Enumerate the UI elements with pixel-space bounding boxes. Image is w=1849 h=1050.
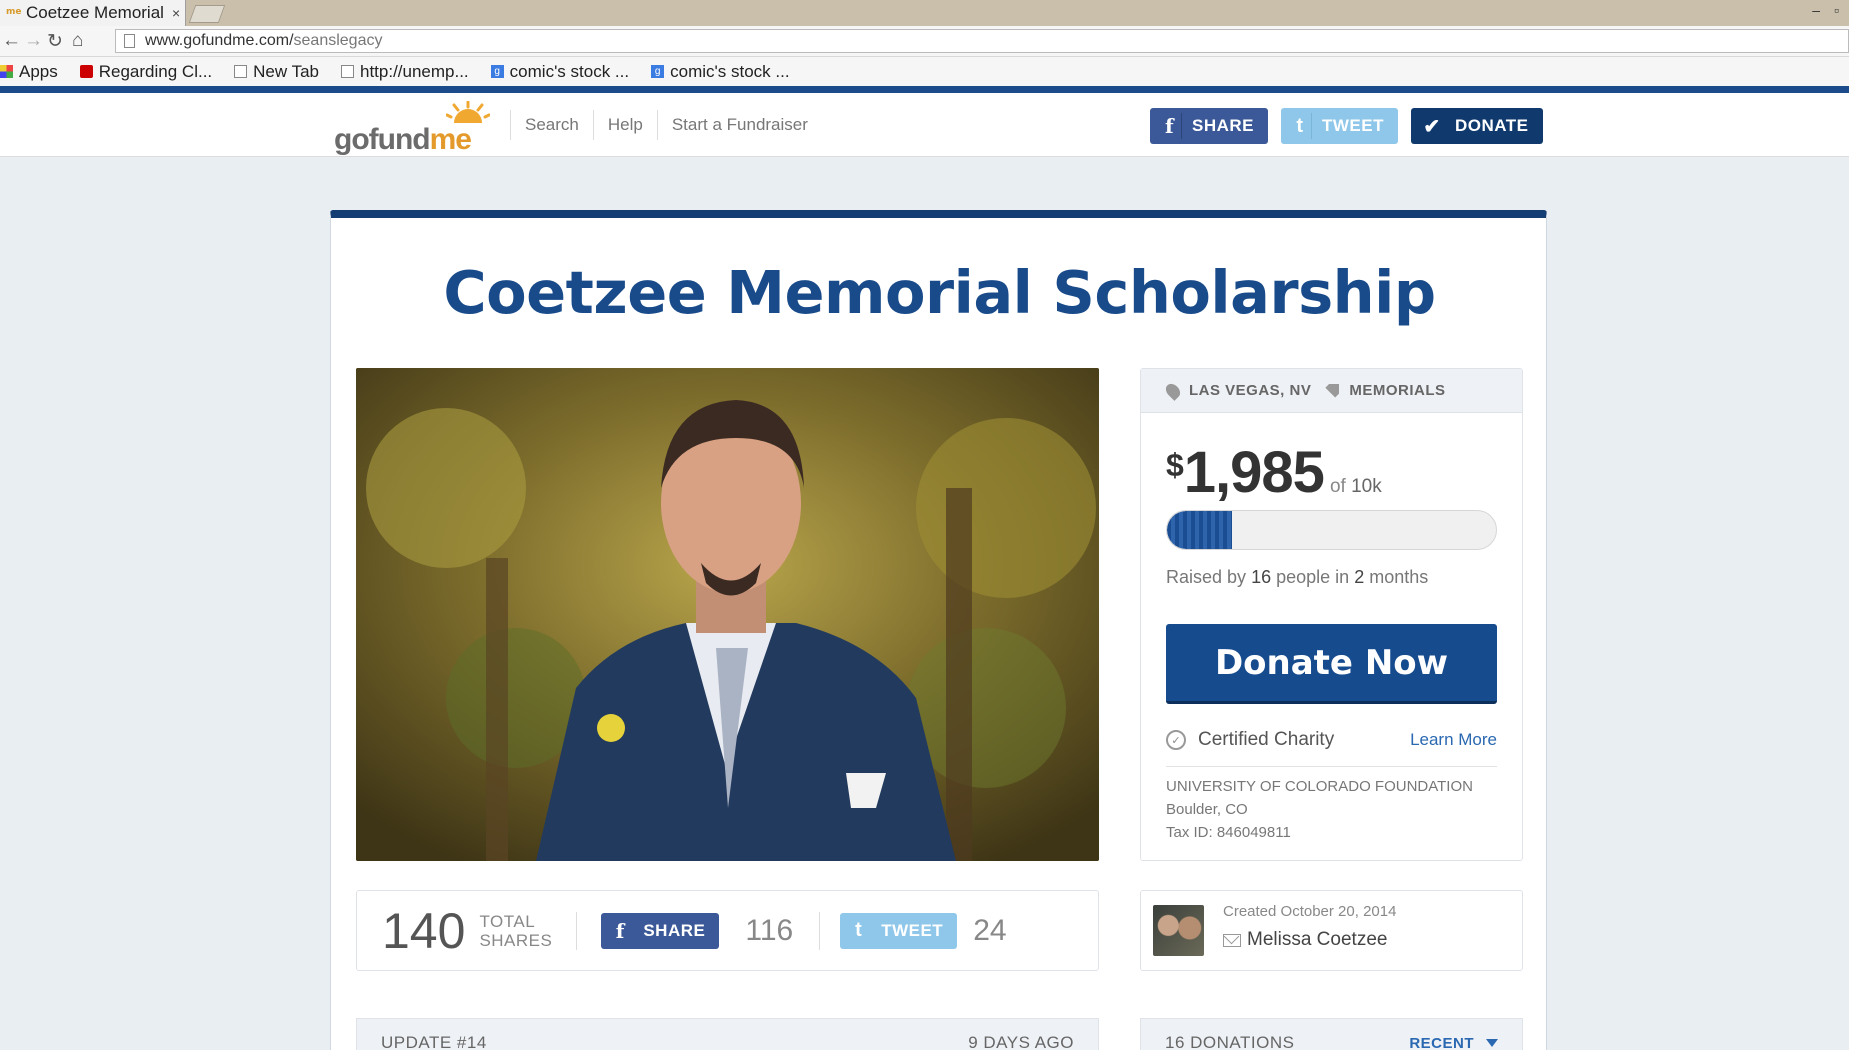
nav-search[interactable]: Search [510, 110, 593, 140]
donations-count: 16 DONATIONS [1165, 1033, 1295, 1050]
site-header: gofundme Search Help Start a Fundraiser … [0, 93, 1849, 157]
facebook-icon: f [615, 918, 625, 943]
amount-raised: $ 1,985 of 10k [1166, 440, 1382, 505]
bookmark-regarding[interactable]: Regarding Cl... [79, 62, 212, 82]
avatar[interactable] [1153, 905, 1204, 956]
campaign-location[interactable]: LAS VEGAS, NV [1189, 382, 1311, 399]
home-icon[interactable]: ⌂ [72, 30, 83, 52]
campaign-card: Coetzee Memorial Scholarship LAS VEGAS, … [330, 210, 1547, 1050]
charity-tax-id: Tax ID: 846049811 [1166, 824, 1291, 841]
header-share-button[interactable]: f SHARE [1150, 108, 1268, 144]
gofundme-favicon-icon: me [6, 7, 22, 17]
facebook-share-button[interactable]: f SHARE [601, 912, 720, 949]
google-icon: g [651, 65, 665, 78]
logo-text: gofundme [334, 123, 472, 156]
sort-recent-dropdown[interactable]: RECENT [1409, 1035, 1498, 1050]
header-donate-button[interactable]: ✔ DONATE [1411, 108, 1543, 144]
facebook-share-count: 116 [745, 913, 794, 947]
divider [819, 911, 821, 950]
page-icon [234, 65, 248, 78]
browser-tab[interactable]: me Coetzee Memorial × [0, 0, 186, 26]
campaign-title: Coetzee Memorial Scholarship [443, 258, 1436, 327]
bookmark-new-tab[interactable]: New Tab [234, 62, 319, 82]
raised-value: 1,985 [1183, 440, 1325, 505]
bookmark-comics-stock-1[interactable]: g comic's stock ... [490, 62, 629, 82]
nav-help[interactable]: Help [592, 110, 657, 140]
check-circle-icon: ✓ [1166, 730, 1186, 750]
organizer-name: Melissa Coetzee [1247, 929, 1388, 950]
campaign-category[interactable]: MEMORIALS [1349, 382, 1445, 399]
bookmark-unemp[interactable]: http://unemp... [340, 62, 469, 82]
progress-fill [1167, 511, 1233, 549]
tag-icon [1325, 383, 1340, 398]
share-stats: 140 TOTAL SHARES f SHARE 116 t TWEET 24 [356, 890, 1099, 971]
divider [1166, 766, 1497, 767]
tweet-count: 24 [973, 913, 1007, 947]
nav-start-fundraiser[interactable]: Start a Fundraiser [656, 110, 822, 140]
site-nav: Search Help Start a Fundraiser [510, 93, 822, 157]
sun-logo-icon [446, 101, 490, 123]
created-date: Created October 20, 2014 [1223, 903, 1397, 920]
twitter-icon: t [1289, 113, 1312, 139]
page-icon [340, 65, 354, 78]
goal-value: 10k [1351, 476, 1382, 497]
header-tweet-button[interactable]: t TWEET [1281, 108, 1398, 144]
chevron-down-icon [1486, 1039, 1498, 1047]
location-pin-icon [1163, 380, 1183, 401]
reload-icon[interactable]: ↻ [47, 30, 63, 53]
raised-summary: Raised by 16 people in 2 months [1166, 567, 1429, 587]
apps-icon [0, 65, 13, 78]
funding-progress-bar [1166, 510, 1497, 550]
window-controls: – ▫ [1812, 2, 1839, 18]
url-text: www.gofundme.com/seanslegacy [145, 32, 383, 49]
facebook-icon: f [1158, 113, 1182, 139]
learn-more-link[interactable]: Learn More [1410, 730, 1497, 750]
maximize-icon[interactable]: ▫ [1834, 2, 1839, 18]
envelope-icon [1223, 933, 1241, 947]
donation-sidebar: LAS VEGAS, NV MEMORIALS $ 1,985 of 10k R… [1140, 368, 1523, 861]
divider [576, 911, 578, 950]
browser-tabstrip: me Coetzee Memorial × – ▫ [0, 0, 1849, 26]
gofundme-logo[interactable]: gofundme [334, 101, 492, 156]
charity-name: UNIVERSITY OF COLORADO FOUNDATION [1166, 778, 1473, 795]
organizer-contact[interactable]: Melissa Coetzee [1223, 929, 1387, 951]
total-shares-label: TOTAL SHARES [479, 911, 553, 950]
brand-stripe [0, 86, 1849, 93]
update-number[interactable]: UPDATE #14 [381, 1033, 487, 1050]
certified-label: Certified Charity [1198, 729, 1335, 750]
campaign-meta: LAS VEGAS, NV MEMORIALS [1141, 369, 1522, 413]
total-shares-count: 140 [382, 902, 466, 959]
google-icon: g [490, 65, 504, 78]
bookmark-comics-stock-2[interactable]: g comic's stock ... [651, 62, 790, 82]
page-icon [124, 34, 135, 48]
bookmark-apps[interactable]: Apps [0, 62, 58, 82]
twitter-icon: t [855, 919, 863, 941]
campaign-photo [356, 368, 1099, 861]
charity-info: UNIVERSITY OF COLORADO FOUNDATION Boulde… [1166, 775, 1473, 844]
back-arrow-icon[interactable]: ← [2, 30, 21, 52]
bookmarks-bar: Apps Regarding Cl... New Tab http://unem… [0, 57, 1849, 86]
organizer-card: Created October 20, 2014 Melissa Coetzee [1140, 890, 1523, 971]
close-tab-icon[interactable]: × [172, 5, 180, 21]
donate-now-button[interactable]: Donate Now [1166, 624, 1497, 704]
minimize-icon[interactable]: – [1812, 2, 1820, 18]
tweet-button[interactable]: t TWEET [840, 912, 958, 949]
youtube-icon [79, 65, 93, 78]
update-header: UPDATE #14 9 DAYS AGO [356, 1018, 1099, 1050]
address-bar[interactable]: www.gofundme.com/seanslegacy [115, 29, 1849, 53]
checkmark-icon: ✔ [1423, 115, 1441, 138]
certified-charity-row: ✓ Certified Charity Learn More [1166, 729, 1497, 751]
forward-arrow-icon[interactable]: → [24, 30, 43, 52]
update-age: 9 DAYS AGO [968, 1033, 1074, 1050]
tab-title: Coetzee Memorial [26, 3, 164, 22]
browser-toolbar: ← → ↻ ⌂ www.gofundme.com/seanslegacy [0, 26, 1849, 57]
campaign-photo-image [356, 368, 1099, 861]
new-tab-button[interactable] [188, 5, 226, 23]
header-actions: f SHARE t TWEET ✔ DONATE [1150, 108, 1543, 144]
donations-header: 16 DONATIONS RECENT [1140, 1018, 1523, 1050]
charity-location: Boulder, CO [1166, 801, 1248, 818]
